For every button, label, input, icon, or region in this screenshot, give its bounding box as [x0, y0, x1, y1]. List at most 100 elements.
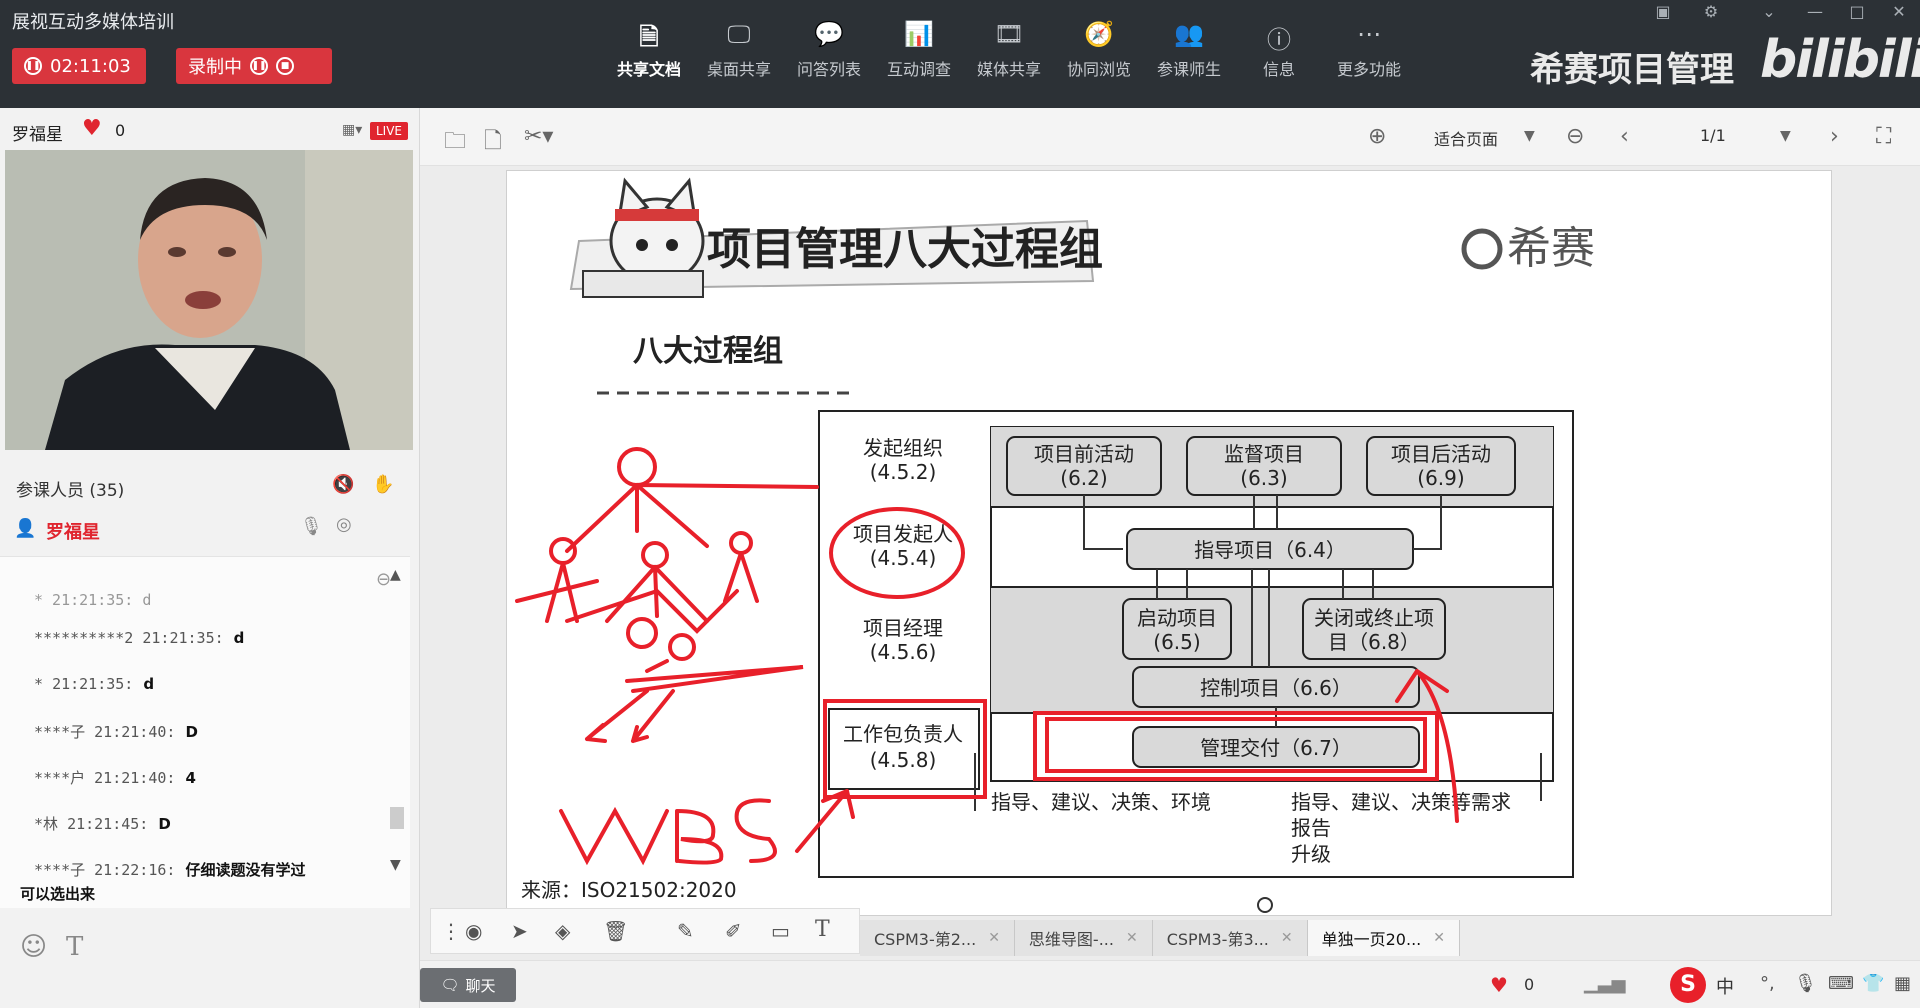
toolbar-desktop-share-button[interactable]: 🖵 桌面共享 — [696, 20, 782, 80]
record-stop-icon[interactable]: ■ — [276, 57, 294, 75]
chat-user: *林 — [34, 815, 59, 833]
rectangle-icon[interactable]: ▭ — [771, 919, 790, 943]
document-tab[interactable]: 思维导图-... ✕ — [1014, 920, 1153, 956]
top-bar: 展视互动多媒体培训 ▣ ⚙ ⌄ — □ ✕ ❚❚ 02:11:03 录制中 ❚❚… — [0, 0, 1920, 108]
role-code: (4.5.2) — [870, 460, 937, 484]
folder-icon[interactable]: 🗀 — [444, 124, 466, 162]
text-tool-icon[interactable]: T — [815, 917, 830, 942]
pen-icon[interactable]: ✎ — [677, 919, 694, 943]
text-format-icon[interactable]: T — [66, 932, 83, 962]
qa-icon: 💬 — [814, 20, 844, 48]
marker-icon[interactable]: ✐ — [725, 919, 742, 943]
toolbar-poll-button[interactable]: 📊 互动调查 — [876, 20, 962, 80]
minimize-icon[interactable]: — — [1800, 2, 1830, 21]
keyboard-icon[interactable]: ⌨ — [1828, 973, 1854, 994]
toolbar-more-button[interactable]: ⋯ 更多功能 — [1326, 20, 1412, 80]
trash-icon[interactable]: 🗑 — [603, 919, 628, 943]
record-pause-icon[interactable]: ❚❚ — [250, 57, 268, 75]
drag-handle-icon[interactable]: ⋮ — [441, 919, 461, 943]
heart-icon[interactable]: ♥ — [82, 116, 102, 141]
zoom-out-icon[interactable]: ⊖ — [1566, 124, 1584, 149]
collapse-icon[interactable]: ⊖ — [376, 569, 391, 590]
chat-user: ****子 — [34, 723, 86, 741]
timer-button[interactable]: ❚❚ 02:11:03 — [12, 48, 146, 84]
process-start-code: (6.5) — [1153, 630, 1200, 654]
slide-logo-text: 希赛 — [1507, 223, 1595, 274]
timer-value: 02:11:03 — [50, 55, 131, 77]
chat-partial-message: * 21:21:35: d — [34, 591, 152, 609]
recording-button[interactable]: 录制中 ❚❚ ■ — [176, 48, 332, 84]
zoom-select[interactable]: 适合页面 — [1434, 126, 1498, 150]
fullscreen-icon[interactable]: ⛶ — [1876, 124, 1891, 149]
microphone-icon[interactable]: 🎙 — [300, 516, 323, 537]
ime-menu-icon[interactable]: ▦ — [1894, 973, 1911, 994]
role-code: (4.5.8) — [870, 748, 937, 772]
mute-all-icon[interactable]: 🔇 — [332, 474, 354, 495]
chat-message: * 21:21:35: d — [34, 675, 154, 693]
ime-mic-icon[interactable]: 🎙 — [1794, 973, 1817, 994]
process-start-name: 启动项目 — [1137, 606, 1217, 630]
next-page-icon[interactable]: › — [1830, 124, 1839, 149]
tab-close-icon[interactable]: ✕ — [1433, 930, 1445, 946]
scissors-icon[interactable]: ✂▾ — [524, 124, 553, 149]
emoji-icon[interactable]: ☺ — [20, 932, 47, 962]
tab-label: 单独一页20... — [1321, 930, 1422, 949]
cursor-icon[interactable]: ➤ — [511, 919, 528, 943]
role-name: 发起组织 — [863, 436, 943, 460]
tab-close-icon[interactable]: ✕ — [1126, 930, 1138, 946]
toolbar-browse-button[interactable]: 🧭 协同浏览 — [1056, 20, 1142, 80]
toolbar-label: 互动调查 — [886, 60, 951, 79]
grid-view-icon[interactable]: ▦▾ — [342, 122, 362, 138]
toolbar-people-button[interactable]: 👥 参课师生 — [1146, 20, 1232, 80]
annotation-wbs-b — [675, 809, 724, 865]
document-tab[interactable]: CSPM3-第2... ✕ — [860, 920, 1015, 956]
host-name: 罗福星 — [46, 522, 100, 543]
toolbar-label: 共享文档 — [616, 60, 681, 79]
app-title: 展视互动多媒体培训 — [12, 12, 174, 33]
people-icon: 👥 — [1174, 20, 1204, 48]
maximize-icon[interactable]: □ — [1842, 2, 1872, 21]
page-dropdown-icon[interactable]: ▼ — [1780, 128, 1791, 144]
camera-icon[interactable]: ◎ — [336, 514, 352, 535]
layout-icon[interactable]: ▣ — [1648, 2, 1678, 21]
chevron-down-icon[interactable]: ⌄ — [1754, 2, 1784, 21]
close-icon[interactable]: ✕ — [1884, 2, 1914, 21]
new-file-icon[interactable]: 🗋 — [484, 124, 502, 162]
pause-icon: ❚❚ — [24, 57, 42, 75]
punctuation-icon[interactable]: °, — [1760, 973, 1775, 994]
page-indicator: 1/1 — [1700, 126, 1726, 145]
skin-icon[interactable]: 👕 — [1862, 973, 1884, 994]
chat-scrollbar[interactable]: ▲ ▼ — [390, 567, 410, 897]
document-tab[interactable]: CSPM3-第3... ✕ — [1152, 920, 1308, 956]
document-tab[interactable]: 单独一页20... ✕ — [1307, 920, 1460, 956]
slide-canvas: 项目管理八大过程组 希赛 八大过程组 发起组织 (4.5.2) 项目发起人 (4… — [506, 170, 1832, 916]
zoom-in-icon[interactable]: ⊕ — [1368, 124, 1386, 149]
source-citation: 来源：ISO21502:2020 — [521, 878, 737, 902]
prev-page-icon[interactable]: ‹ — [1620, 124, 1629, 149]
tab-close-icon[interactable]: ✕ — [988, 930, 1000, 946]
scroll-up-icon[interactable]: ▲ — [390, 567, 410, 583]
presenter-name: 罗福星 — [12, 125, 63, 145]
toolbar-info-button[interactable]: ⓘ 信息 — [1236, 20, 1322, 80]
slide-svg: 项目管理八大过程组 希赛 八大过程组 发起组织 (4.5.2) 项目发起人 (4… — [515, 177, 1595, 913]
tab-close-icon[interactable]: ✕ — [1281, 930, 1293, 946]
eraser-icon[interactable]: ◈ — [555, 919, 570, 943]
hand-icon[interactable]: ✋ — [372, 474, 394, 495]
zoom-dropdown-icon[interactable]: ▼ — [1524, 128, 1535, 144]
scroll-down-icon[interactable]: ▼ — [390, 857, 401, 873]
ime-language[interactable]: 中 — [1716, 973, 1734, 999]
chat-input-row: ☺ T — [0, 908, 410, 1008]
chat-time: 21:21:35: — [142, 629, 224, 647]
laser-icon[interactable]: ◉ — [465, 919, 482, 943]
live-badge: LIVE — [370, 122, 409, 140]
status-heart-icon[interactable]: ♥ — [1490, 973, 1508, 997]
info-icon: ⓘ — [1267, 26, 1291, 54]
slide-nav-dot-icon[interactable] — [1257, 897, 1273, 913]
toolbar-qa-button[interactable]: 💬 问答列表 — [786, 20, 872, 80]
toolbar-document-button[interactable]: 🗎 共享文档 — [606, 20, 692, 80]
scroll-thumb[interactable] — [390, 807, 404, 829]
ime-logo-icon[interactable]: S — [1670, 967, 1706, 1003]
toolbar-media-button[interactable]: 🎞 媒体共享 — [966, 20, 1052, 80]
settings-icon[interactable]: ⚙ — [1696, 2, 1726, 21]
chat-toggle-button[interactable]: 🗨 聊天 — [420, 968, 516, 1002]
